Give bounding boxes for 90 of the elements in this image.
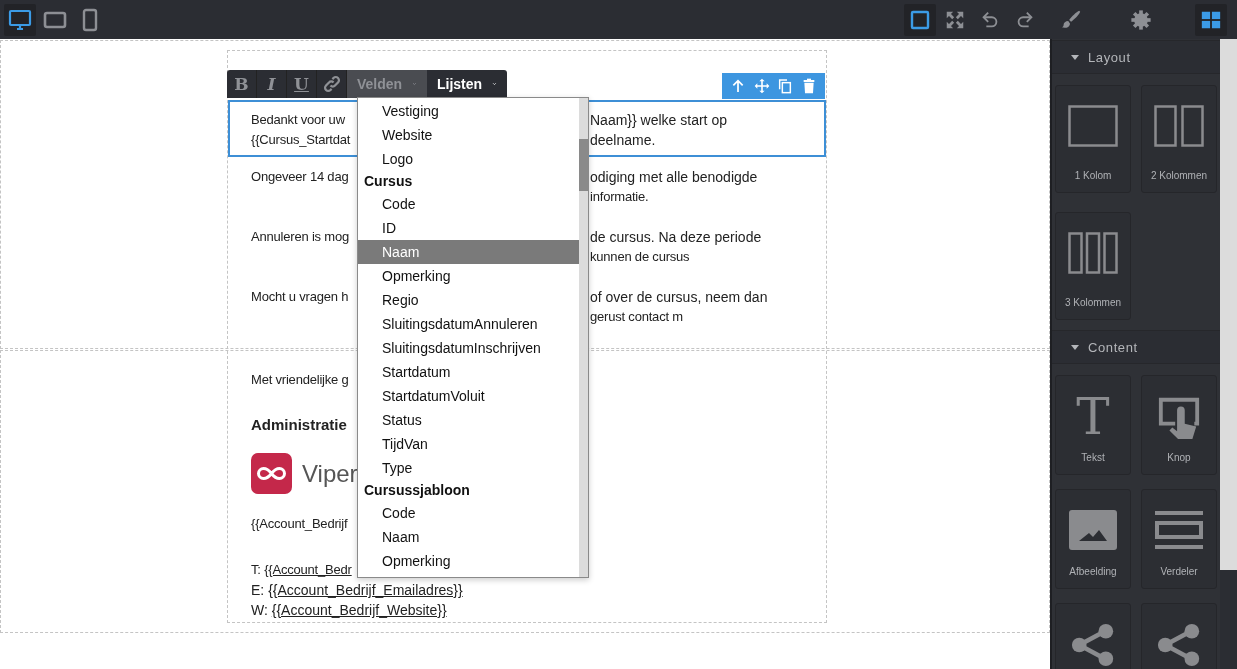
text-line: gerust contact m	[590, 308, 684, 326]
link-icon	[322, 75, 341, 93]
block-card[interactable]: T Tekst	[1055, 375, 1131, 475]
blocks-tab[interactable]	[1195, 3, 1227, 36]
format-button[interactable]: B	[227, 70, 257, 98]
copy-button[interactable]	[777, 78, 794, 94]
menu-item[interactable]: Opmerking	[358, 549, 579, 573]
menu-item[interactable]: Naam	[358, 240, 579, 264]
text-line: {{Account_Bedrijf	[251, 515, 348, 533]
two-column-icon	[1154, 105, 1204, 147]
menu-item[interactable]: SluitingsdatumAnnuleren	[358, 312, 579, 336]
format-button[interactable]: I	[257, 70, 287, 98]
text-line: Bedankt voor uw	[251, 111, 346, 129]
block-label: Knop	[1166, 451, 1192, 464]
image-icon	[1068, 509, 1118, 551]
block-card[interactable]: Afbeelding	[1055, 489, 1131, 589]
outline-toggle-button[interactable]	[904, 3, 936, 36]
block-label: Afbeelding	[1068, 565, 1118, 578]
text-line: Annuleren is mog	[251, 228, 350, 246]
text-line: Naam}} welke start op	[590, 111, 728, 130]
contact-line: E: {{Account_Bedrijf_Emailadres}}	[251, 581, 463, 600]
one-column-icon	[1068, 105, 1118, 147]
brush-icon	[1060, 8, 1082, 31]
menu-item[interactable]: Code	[358, 192, 579, 216]
text-glyph: T	[1076, 395, 1110, 439]
menu-item[interactable]: Code	[358, 501, 579, 525]
section-title: Content	[1088, 339, 1138, 355]
move-icon	[753, 78, 770, 94]
scrollbar[interactable]	[579, 98, 588, 577]
block-label: 3 Kolommen	[1064, 296, 1122, 309]
text-line: de cursus. Na deze periode	[590, 228, 763, 247]
desktop-icon	[8, 7, 32, 32]
block-card[interactable]: 2 Kolommen	[1141, 85, 1217, 193]
text-line: kunnen de cursus	[590, 248, 691, 266]
menu-item[interactable]: Type	[358, 456, 579, 480]
share-icon	[1070, 623, 1116, 667]
dropdown-button[interactable]: Lijsten	[427, 70, 507, 98]
text-line: odiging met alle benodigde	[590, 168, 759, 187]
caret-icon	[1071, 54, 1079, 60]
text-line: {{Cursus_Startdat	[251, 131, 352, 149]
text-line: informatie.	[590, 188, 650, 206]
link[interactable]: {{Account_Bedr	[264, 562, 352, 577]
menu-item[interactable]: Startdatum	[358, 360, 579, 384]
block-card[interactable]: 1 Kolom	[1055, 85, 1131, 193]
block-card[interactable]: 3 Kolommen	[1055, 212, 1131, 320]
menu-item[interactable]: Vestiging	[358, 99, 579, 123]
move-button[interactable]	[753, 78, 770, 94]
contact-line: W: {{Account_Bedrijf_Website}}	[251, 601, 447, 620]
text-line: Met vriendelijke g	[251, 371, 349, 389]
section-header[interactable]: Layout	[1052, 40, 1220, 74]
scrollbar[interactable]	[1220, 39, 1237, 570]
block-label: Verdeler	[1159, 565, 1199, 578]
block-label: 1 Kolom	[1073, 169, 1113, 182]
settings-icon	[1130, 8, 1152, 31]
menu-group-header: Cursus	[363, 172, 414, 191]
section-header[interactable]: Content	[1052, 330, 1220, 364]
block-card[interactable]: Verdeler	[1141, 489, 1217, 589]
text-line: Mocht u vragen h	[251, 288, 350, 306]
link[interactable]: {{Account_Bedrijf_Website}}	[271, 602, 447, 618]
three-column-icon	[1068, 232, 1118, 274]
logo-icon	[251, 453, 292, 494]
share-icon	[1156, 623, 1202, 667]
desktop-view-button[interactable]	[4, 3, 36, 36]
menu-item[interactable]: StartdatumVoluit	[358, 384, 579, 408]
menu-item[interactable]: TijdVan	[358, 432, 579, 456]
block-label: 2 Kolommen	[1150, 169, 1208, 182]
text-line: of over de cursus, neem dan	[590, 288, 769, 307]
menu-item[interactable]: SluitingsdatumInschrijven	[358, 336, 579, 360]
copy-icon	[777, 78, 794, 94]
sender-name: Administratie	[251, 415, 347, 435]
menu-item[interactable]: Status	[358, 408, 579, 432]
menu-item[interactable]: Website	[358, 123, 579, 147]
block-label: Tekst	[1080, 451, 1106, 464]
contact-line: T: {{Account_Bedr	[251, 561, 352, 579]
caret-icon	[1071, 344, 1079, 350]
section-title: Layout	[1088, 49, 1131, 65]
menu-item[interactable]: Logo	[358, 147, 579, 171]
text-line: Ongeveer 14 dag	[251, 168, 350, 186]
menu-group-header: Cursussjabloon	[363, 481, 471, 500]
link[interactable]: {{Account_Bedrijf_Emailadres}}	[268, 582, 463, 598]
divider-icon	[1154, 509, 1204, 551]
menu-item[interactable]: ID	[358, 216, 579, 240]
menu-item[interactable]: Regio	[358, 288, 579, 312]
menu-item[interactable]: Opmerking	[358, 264, 579, 288]
format-button[interactable]: U	[287, 70, 317, 98]
text-line: deelname.	[590, 131, 657, 150]
tap-icon	[1156, 395, 1202, 439]
menu-item[interactable]: Naam	[358, 525, 579, 549]
block-card[interactable]: Knop	[1141, 375, 1217, 475]
brand-name: Viper	[302, 459, 358, 488]
